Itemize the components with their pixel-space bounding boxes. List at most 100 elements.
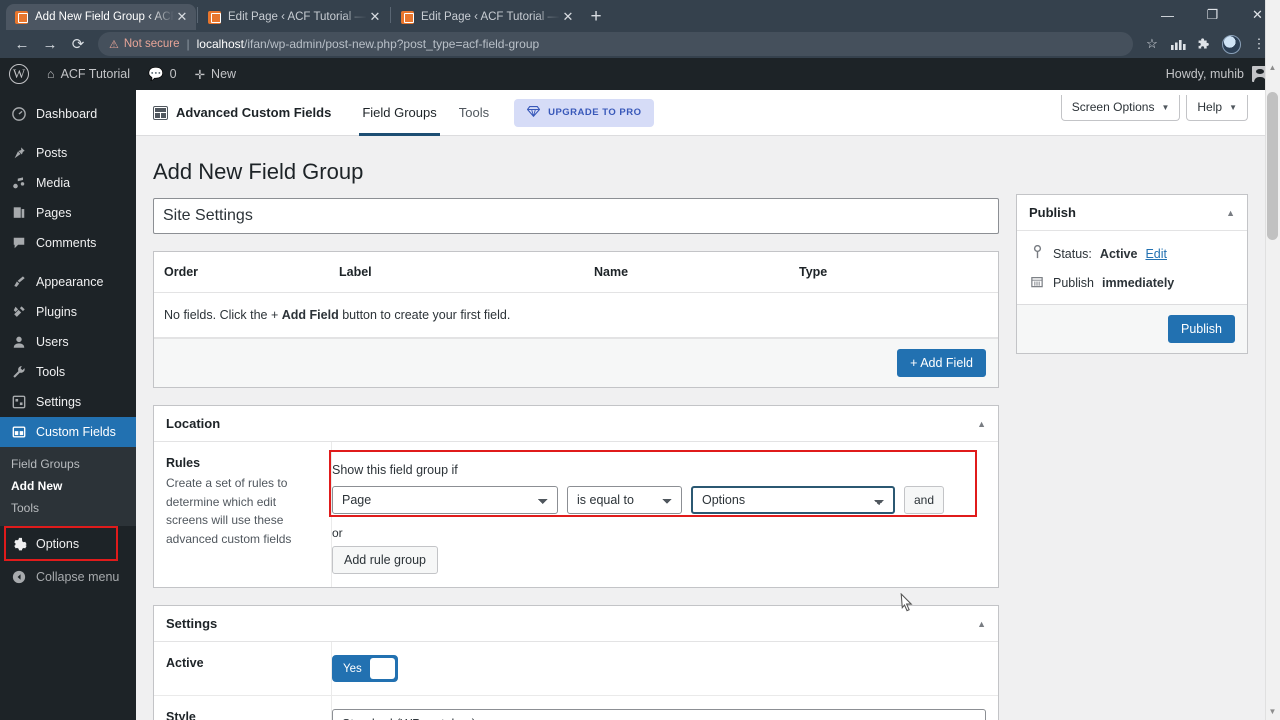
- rule-operator-select[interactable]: is equal to: [567, 486, 682, 514]
- sidebar-subitem-field-groups[interactable]: Field Groups: [0, 453, 136, 475]
- publish-status-edit-link[interactable]: Edit: [1145, 247, 1167, 261]
- sidebar-item-label: Tools: [36, 365, 66, 379]
- page-scrollbar[interactable]: ▲ ▼: [1265, 0, 1280, 720]
- rule-and-button[interactable]: and: [904, 486, 945, 514]
- home-icon: ⌂: [47, 67, 55, 81]
- sidebar-item-comments[interactable]: Comments: [0, 228, 136, 258]
- acf-brand: Advanced Custom Fields: [153, 105, 331, 120]
- options-menu-wrapper: Options: [0, 526, 136, 562]
- back-icon[interactable]: ←: [8, 30, 36, 58]
- sidebar-subitem-add-new[interactable]: Add New: [0, 475, 136, 497]
- new-tab-button[interactable]: +: [582, 4, 610, 30]
- security-label: Not secure: [123, 38, 180, 50]
- new-content-menu[interactable]: ✛ New: [186, 58, 246, 90]
- sidebar-item-label: Pages: [36, 206, 72, 220]
- omnibox-actions: ☆ ⋮: [1139, 31, 1272, 57]
- publish-button[interactable]: Publish: [1168, 315, 1235, 343]
- sidebar-item-tools[interactable]: Tools: [0, 357, 136, 387]
- rule-value-select[interactable]: Options: [691, 486, 895, 514]
- screen-options-button[interactable]: Screen Options ▼: [1060, 95, 1181, 121]
- sidebar-item-label: Media: [36, 176, 71, 190]
- wp-logo-menu[interactable]: W: [0, 58, 38, 90]
- reload-icon[interactable]: ⟳: [64, 30, 92, 58]
- column-name: Name: [584, 252, 789, 293]
- main-column: Add New Field Group Order Label Name Typ…: [153, 154, 999, 720]
- sidebar-item-appearance[interactable]: Appearance: [0, 267, 136, 297]
- help-button[interactable]: Help ▼: [1186, 95, 1248, 121]
- puzzle-glyph: [1198, 37, 1209, 48]
- address-bar[interactable]: ⚠ Not secure | localhost /ifan/wp-admin/…: [98, 32, 1133, 56]
- scroll-down-arrow-icon[interactable]: ▼: [1268, 707, 1277, 716]
- sidebar-item-plugins[interactable]: Plugins: [0, 297, 136, 327]
- forward-icon[interactable]: →: [36, 30, 64, 58]
- sidebar-item-label: Appearance: [36, 275, 104, 289]
- sidebar-item-label: Posts: [36, 146, 68, 160]
- sidebar-item-users[interactable]: Users: [0, 327, 136, 357]
- site-name-label: ACF Tutorial: [60, 67, 131, 81]
- settings-heading: Settings: [166, 616, 218, 631]
- field-group-title-input[interactable]: [153, 198, 999, 234]
- chart-extension-icon[interactable]: [1165, 31, 1191, 57]
- sidebar-item-pages[interactable]: Pages: [0, 198, 136, 228]
- sidebar-subitem-tools[interactable]: Tools: [0, 497, 136, 519]
- upgrade-to-pro-button[interactable]: UPGRADE TO PRO: [514, 98, 655, 127]
- location-postbox-header[interactable]: Location ▲: [154, 406, 998, 442]
- publish-postbox-header[interactable]: Publish ▲: [1017, 195, 1247, 231]
- collapse-toggle-icon[interactable]: ▲: [1226, 208, 1235, 218]
- favicon-icon: [15, 10, 28, 24]
- column-label: Label: [329, 252, 584, 293]
- settings-postbox-header[interactable]: Settings ▲: [154, 606, 998, 642]
- bookmark-star-icon[interactable]: ☆: [1139, 31, 1165, 57]
- tab-close-icon[interactable]: ✕: [560, 9, 576, 25]
- add-rule-group-button[interactable]: Add rule group: [332, 546, 439, 574]
- site-name-menu[interactable]: ⌂ ACF Tutorial: [38, 58, 139, 90]
- add-field-button[interactable]: + Add Field: [897, 349, 986, 377]
- active-toggle[interactable]: Yes: [332, 655, 398, 682]
- browser-tab[interactable]: Edit Page ‹ ACF Tutorial — Word ✕: [392, 4, 582, 30]
- custom-fields-icon: [11, 425, 27, 439]
- comment-bubble-icon: 💬: [148, 66, 164, 81]
- url-host: localhost: [196, 37, 244, 51]
- howdy-label: Howdy, muhib: [1165, 67, 1244, 81]
- comments-menu[interactable]: 💬 0: [139, 58, 186, 90]
- collapse-menu-button[interactable]: Collapse menu: [0, 562, 136, 592]
- rule-group: Show this field group if Page is equal t…: [329, 450, 986, 574]
- sidebar-item-settings[interactable]: Settings: [0, 387, 136, 417]
- tab-field-groups[interactable]: Field Groups: [351, 90, 447, 136]
- rule-param-select[interactable]: Page: [332, 486, 558, 514]
- collapse-toggle-icon[interactable]: ▲: [977, 619, 986, 629]
- sidebar-item-custom-fields[interactable]: Custom Fields: [0, 417, 144, 447]
- active-body: Yes: [332, 642, 998, 695]
- style-label: Style: [166, 710, 196, 720]
- comment-icon: [11, 236, 27, 250]
- sidebar-item-dashboard[interactable]: Dashboard: [0, 99, 136, 129]
- scroll-up-arrow-icon[interactable]: ▲: [1268, 63, 1277, 72]
- collapse-menu-label: Collapse menu: [36, 570, 120, 584]
- sidebar-item-posts[interactable]: Posts: [0, 138, 136, 168]
- toggle-knob: [369, 658, 395, 679]
- collapse-toggle-icon[interactable]: ▲: [977, 419, 986, 429]
- mouse-cursor: [900, 593, 913, 612]
- scrollbar-thumb[interactable]: [1267, 92, 1278, 240]
- fields-empty-message: No fields. Click the + Add Field button …: [154, 292, 998, 338]
- tab-close-icon[interactable]: ✕: [367, 9, 383, 25]
- maximize-icon[interactable]: ❐: [1190, 0, 1235, 30]
- account-menu[interactable]: Howdy, muhib: [1166, 58, 1280, 90]
- tab-close-icon[interactable]: ✕: [174, 9, 190, 25]
- sidebar-item-label: Comments: [36, 236, 97, 250]
- browser-tab[interactable]: Edit Page ‹ ACF Tutorial — Word ✕: [199, 4, 389, 30]
- wp-admin-bar: W ⌂ ACF Tutorial 💬 0 ✛ New Howdy, muhib: [0, 58, 1280, 90]
- puzzle-extension-icon[interactable]: [1191, 31, 1217, 57]
- profile-avatar-icon[interactable]: [1222, 34, 1241, 54]
- tab-tools[interactable]: Tools: [448, 90, 500, 136]
- minimize-icon[interactable]: —: [1145, 0, 1190, 30]
- page-wrapper: Add New Field Group Order Label Name Typ…: [136, 136, 1280, 720]
- style-select[interactable]: Standard (WP metabox): [332, 709, 986, 720]
- sidebar-item-options[interactable]: Options: [0, 529, 136, 559]
- publish-postbox: Publish ▲ Status: Active Edit Publish im…: [1016, 194, 1248, 354]
- url-path: /ifan/wp-admin/post-new.php?post_type=ac…: [243, 37, 540, 51]
- fields-table-footer: + Add Field: [154, 338, 998, 387]
- sidebar-item-media[interactable]: Media: [0, 168, 136, 198]
- browser-tab[interactable]: Add New Field Group ‹ ACF Tuto ✕: [6, 4, 196, 30]
- location-rules-label-cell: Rules Create a set of rules to determine…: [154, 442, 332, 587]
